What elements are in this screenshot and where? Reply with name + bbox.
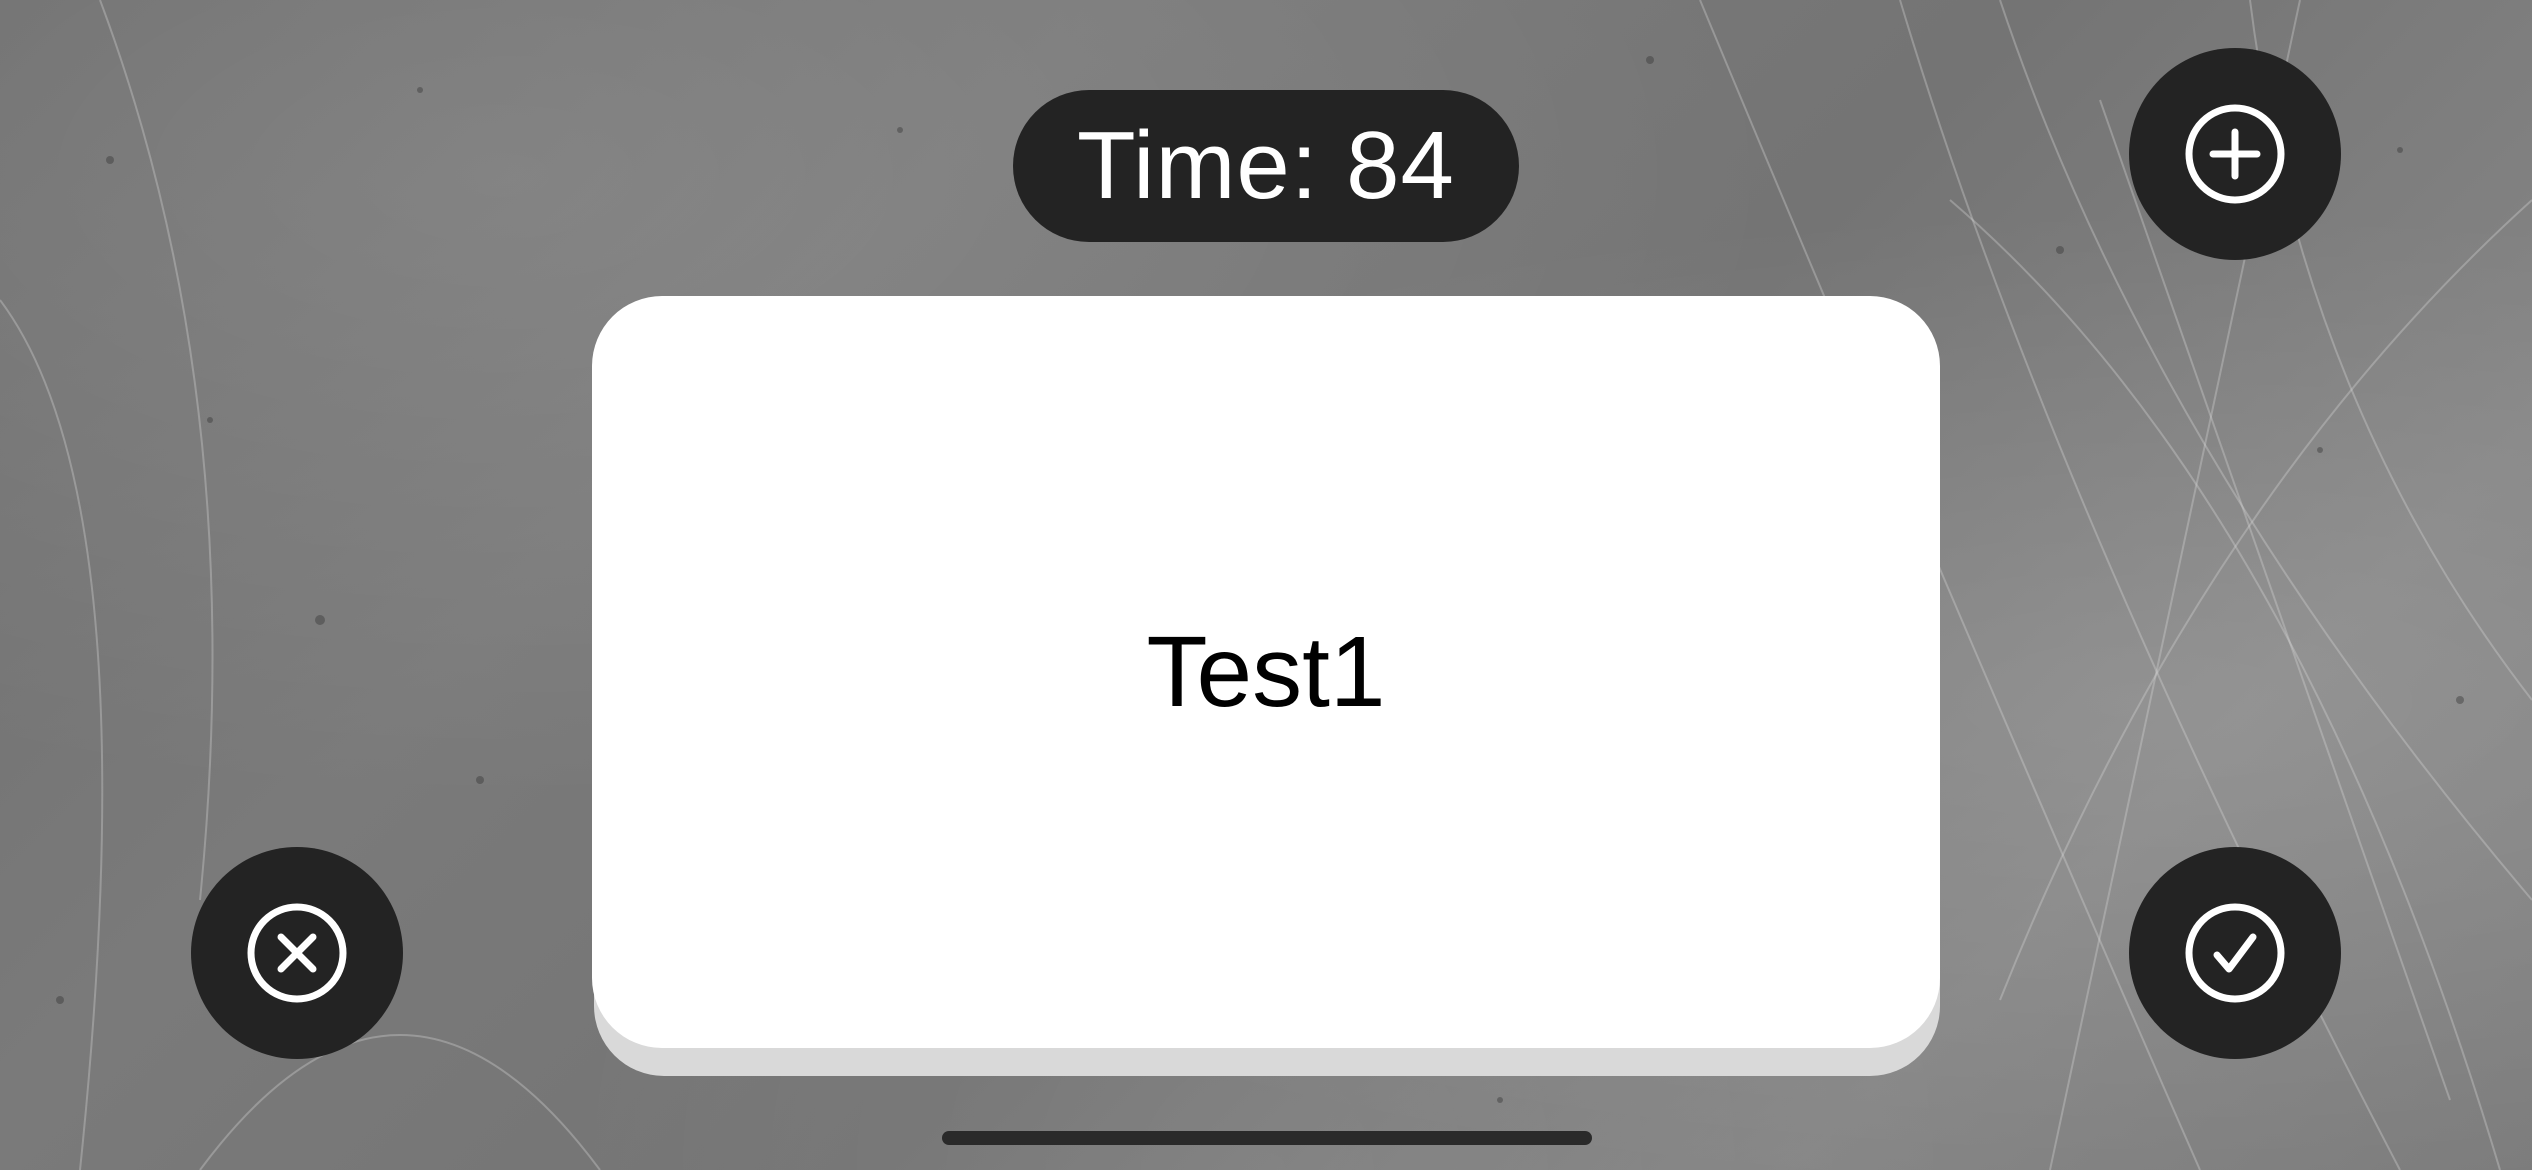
word-card[interactable]: Test1 xyxy=(592,296,1940,1048)
wrong-button[interactable] xyxy=(191,847,403,1059)
timer-display: Time: 84 xyxy=(1013,90,1519,242)
plus-circle-icon xyxy=(2185,104,2285,204)
x-circle-icon xyxy=(247,903,347,1003)
checkmark-circle-icon xyxy=(2185,903,2285,1003)
card-word: Test1 xyxy=(1146,615,1386,728)
timer-text: Time: 84 xyxy=(1077,112,1455,219)
correct-button[interactable] xyxy=(2129,847,2341,1059)
home-indicator[interactable] xyxy=(942,1131,1592,1145)
add-button[interactable] xyxy=(2129,48,2341,260)
